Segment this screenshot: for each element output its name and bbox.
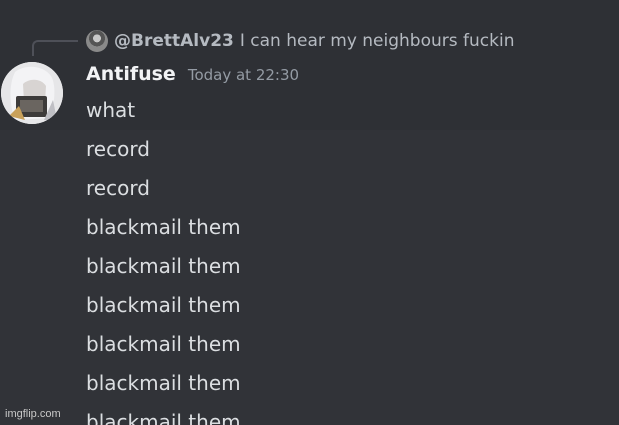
reply-avatar-icon[interactable] (86, 30, 108, 52)
message-line: blackmail them (86, 332, 241, 356)
message-timestamp[interactable]: Today at 22:30 (188, 66, 299, 84)
message-line: blackmail them (86, 254, 241, 278)
message-line: blackmail them (86, 215, 241, 239)
previous-message-area (0, 0, 619, 24)
avatar[interactable] (1, 62, 63, 124)
reply-text[interactable]: I can hear my neighbours fuckin (240, 31, 515, 51)
watermark: imgflip.com (5, 408, 61, 420)
message-line: record (86, 137, 150, 161)
reply-preview[interactable]: @BrettAlv23 I can hear my neighbours fuc… (86, 29, 514, 53)
message-header: Antifuse Today at 22:30 (86, 63, 299, 85)
message-line: blackmail them (86, 410, 241, 425)
message-line: record (86, 176, 150, 200)
message-line: blackmail them (86, 371, 241, 395)
reply-author[interactable]: @BrettAlv23 (114, 31, 234, 51)
chat-view: @BrettAlv23 I can hear my neighbours fuc… (0, 0, 619, 425)
message-line: blackmail them (86, 293, 241, 317)
reply-connector (32, 40, 78, 56)
message-line: what (86, 98, 136, 122)
message-author[interactable]: Antifuse (86, 63, 176, 85)
anime-character-avatar-icon (1, 62, 63, 124)
